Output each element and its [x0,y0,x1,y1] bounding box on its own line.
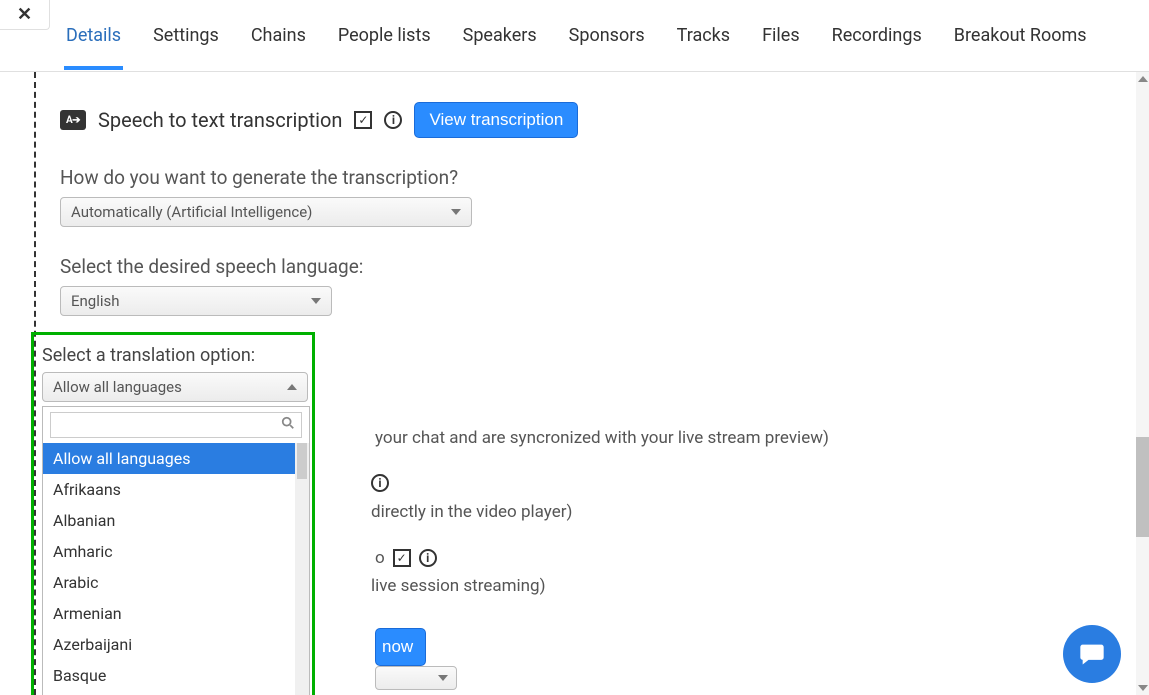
view-transcription-button[interactable]: View transcription [414,102,578,138]
generate-method-select[interactable]: Automatically (Artificial Intelligence) [60,197,472,227]
search-icon [281,416,295,434]
generate-method-value: Automatically (Artificial Intelligence) [71,203,312,221]
chevron-down-icon [311,298,321,304]
info-icon[interactable]: i [371,474,389,492]
translation-option-value: Allow all languages [53,378,182,396]
tab-people-lists[interactable]: People lists [336,15,433,56]
tab-speakers[interactable]: Speakers [461,15,539,56]
tab-files[interactable]: Files [760,15,802,56]
chevron-up-icon [287,384,297,390]
chat-widget-button[interactable] [1063,625,1121,683]
section-header: A➔ Speech to text transcription ✓ i View… [60,102,1136,138]
tab-tracks[interactable]: Tracks [675,15,732,56]
live-checkbox[interactable]: ✓ [393,549,411,567]
page-scrollbar-thumb[interactable] [1136,437,1149,537]
speech-language-value: English [71,292,120,310]
chat-sync-note: your chat and are syncronized with your … [375,428,829,448]
live-session-note: live session streaming) [371,576,546,596]
partial-select[interactable] [375,666,457,690]
translation-dropdown-panel: Allow all languages Afrikaans Albanian A… [42,406,310,695]
chevron-down-icon [438,675,448,681]
chevron-down-icon [451,209,461,215]
scroll-up-arrow[interactable] [1138,76,1148,82]
dd-item-arabic[interactable]: Arabic [43,567,295,598]
dd-item-amharic[interactable]: Amharic [43,536,295,567]
translation-option-label: Select a translation option: [42,345,304,366]
speech-language-label: Select the desired speech language: [60,255,1136,278]
speech-language-select[interactable]: English [60,286,332,316]
generate-question-label: How do you want to generate the transcri… [60,166,1136,189]
chat-icon [1078,640,1106,668]
tab-settings[interactable]: Settings [151,15,221,56]
video-player-note: directly in the video player) [371,502,572,522]
dd-item-azerbaijani[interactable]: Azerbaijani [43,629,295,660]
content-region: A➔ Speech to text transcription ✓ i View… [34,72,1136,695]
info-icon[interactable]: i [384,111,402,129]
dd-item-armenian[interactable]: Armenian [43,598,295,629]
dd-item-albanian[interactable]: Albanian [43,505,295,536]
translation-option-list: Allow all languages Afrikaans Albanian A… [43,443,295,691]
transcription-enabled-checkbox[interactable]: ✓ [354,111,372,129]
transcription-icon: A➔ [60,110,86,130]
translation-option-select[interactable]: Allow all languages [42,372,308,402]
partial-text: o [375,548,385,568]
translation-option-highlight: Select a translation option: Allow all l… [31,332,315,695]
info-icon[interactable]: i [419,549,437,567]
dd-item-allow-all[interactable]: Allow all languages [43,443,295,474]
translation-search-input[interactable] [57,416,281,434]
scroll-down-arrow[interactable] [1138,685,1148,691]
tab-chains[interactable]: Chains [249,15,308,56]
tab-breakout-rooms[interactable]: Breakout Rooms [952,15,1089,56]
dd-item-afrikaans[interactable]: Afrikaans [43,474,295,505]
page-scrollbar[interactable] [1136,72,1149,695]
tab-recordings[interactable]: Recordings [830,15,924,56]
dropdown-scrollbar[interactable] [295,443,309,695]
dropdown-scrollbar-thumb[interactable] [297,443,307,479]
tab-bar: Details Settings Chains People lists Spe… [0,0,1149,72]
tab-details[interactable]: Details [64,15,123,56]
dd-item-basque[interactable]: Basque [43,660,295,691]
partial-now-button[interactable]: now [375,628,426,666]
tab-sponsors[interactable]: Sponsors [567,15,647,56]
section-title: Speech to text transcription [98,108,342,132]
